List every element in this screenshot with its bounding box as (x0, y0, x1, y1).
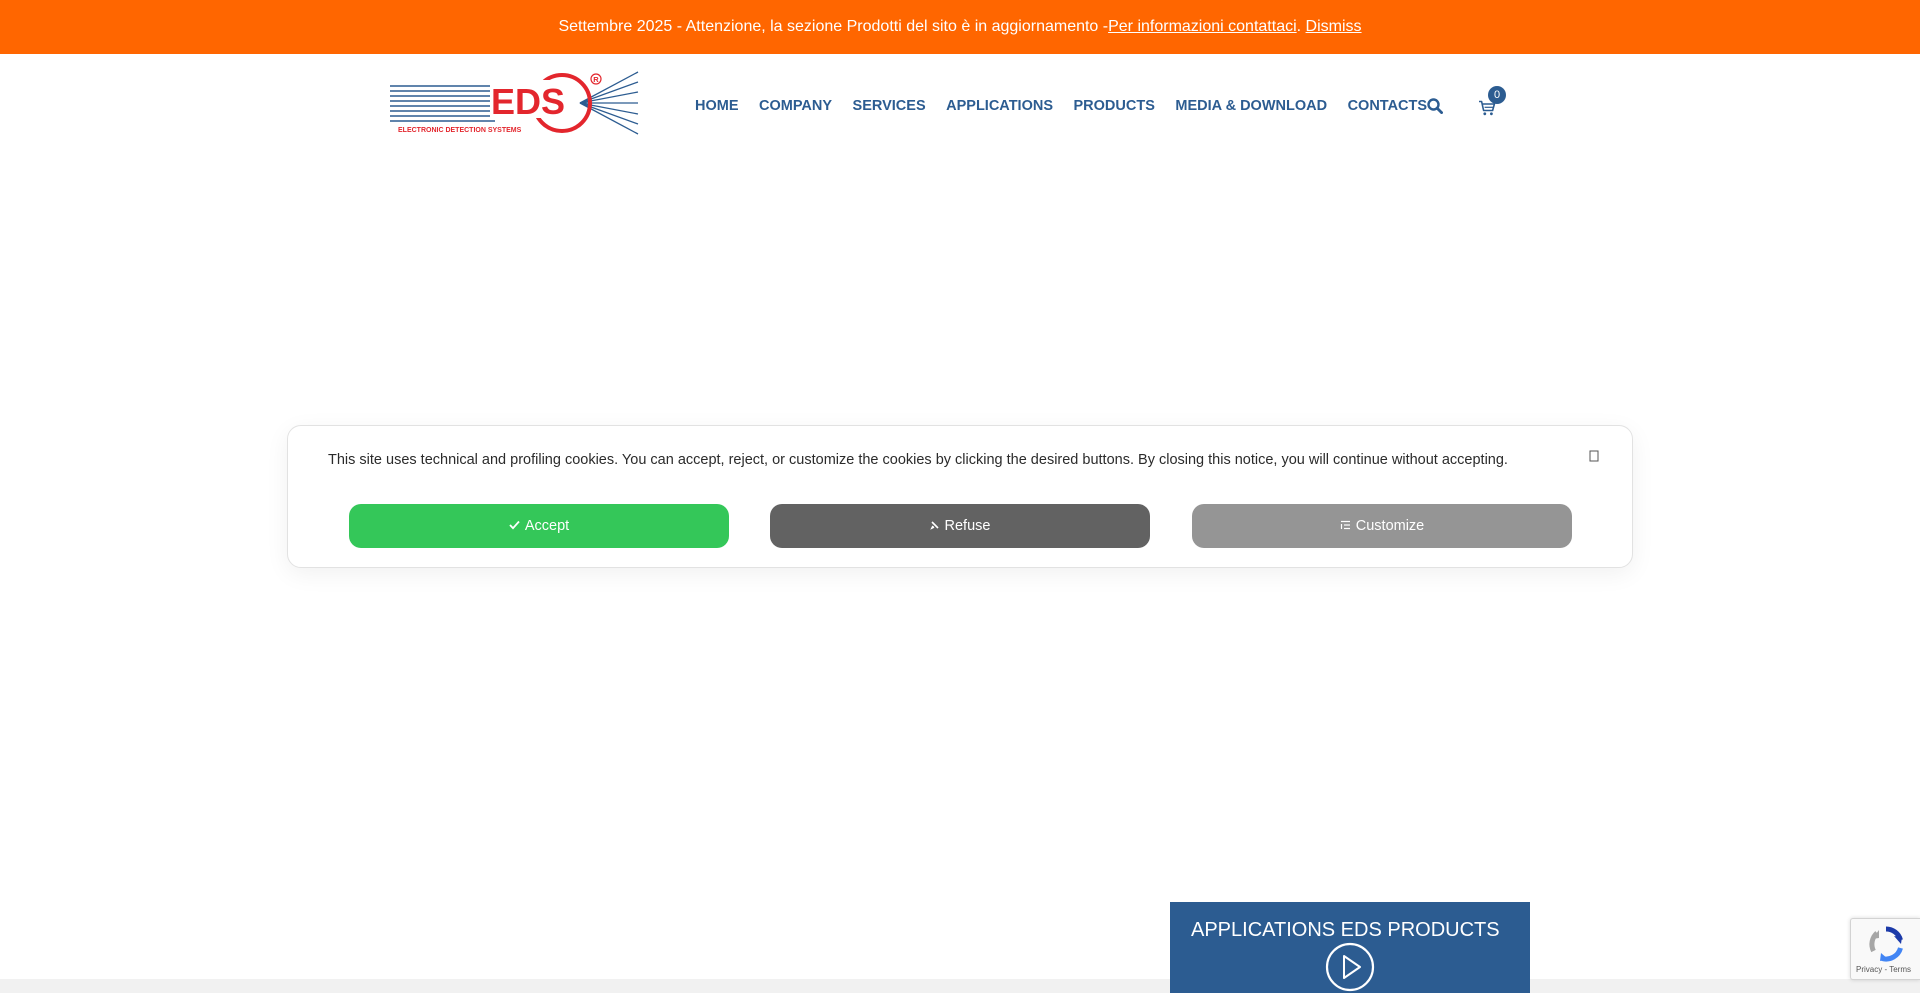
applications-promo[interactable]: APPLICATIONS EDS PRODUCTS (1170, 902, 1530, 993)
refuse-icon (929, 518, 940, 534)
cookie-banner-text: This site uses technical and profiling c… (328, 452, 1508, 468)
nav-contacts[interactable]: CONTACTS (1348, 98, 1427, 114)
cart-count-badge: 0 (1488, 86, 1506, 104)
nav-home[interactable]: HOME (695, 98, 739, 114)
refuse-label: Refuse (944, 518, 991, 534)
notice-dismiss-link[interactable]: Dismiss (1306, 18, 1362, 36)
customize-cookies-button[interactable]: Customize (1192, 504, 1572, 548)
play-circle-icon[interactable] (1325, 942, 1375, 992)
refuse-cookies-button[interactable]: Refuse (770, 504, 1150, 548)
svg-text:ELECTRONIC DETECTION SYSTEMS: ELECTRONIC DETECTION SYSTEMS (398, 127, 522, 134)
notice-contact-link[interactable]: Per informazioni contattaci (1108, 18, 1297, 36)
nav-products[interactable]: PRODUCTS (1074, 98, 1155, 114)
recaptcha-terms-link[interactable]: Terms (1889, 965, 1911, 974)
accept-cookies-button[interactable]: Accept (349, 504, 729, 548)
check-icon (509, 518, 520, 534)
promo-title: APPLICATIONS EDS PRODUCTS (1191, 919, 1500, 941)
footer-strip (0, 979, 1920, 993)
customize-icon (1340, 518, 1351, 534)
nav-media-download[interactable]: MEDIA & DOWNLOAD (1175, 98, 1327, 114)
recaptcha-icon (1867, 925, 1905, 968)
recaptcha-links: Privacy - Terms (1856, 965, 1911, 974)
search-icon[interactable] (1425, 94, 1445, 118)
cart-button[interactable]: 0 (1474, 86, 1506, 122)
notice-bar: Settembre 2025 - Attenzione, la sezione … (0, 0, 1920, 54)
main-nav: HOME COMPANY SERVICES APPLICATIONS PRODU… (695, 94, 1448, 118)
cookie-banner: This site uses technical and profiling c… (287, 425, 1633, 568)
eds-logo[interactable]: EDS ELECTRONIC DETECTION SYSTEMS R (390, 70, 640, 136)
svg-text:R: R (593, 75, 599, 84)
nav-company[interactable]: COMPANY (759, 98, 832, 114)
nav-services[interactable]: SERVICES (853, 98, 926, 114)
recaptcha-privacy-link[interactable]: Privacy (1856, 965, 1882, 974)
eds-logo-graphic: EDS ELECTRONIC DETECTION SYSTEMS R (390, 71, 639, 135)
nav-applications[interactable]: APPLICATIONS (946, 98, 1053, 114)
recaptcha-badge[interactable]: Privacy - Terms (1850, 918, 1920, 980)
site-header: EDS ELECTRONIC DETECTION SYSTEMS R HOME … (0, 54, 1920, 152)
customize-label: Customize (1355, 518, 1425, 534)
svg-text:EDS: EDS (491, 81, 565, 122)
accept-label: Accept (524, 518, 570, 534)
notice-text: Settembre 2025 - Attenzione, la sezione … (558, 18, 1109, 35)
close-icon[interactable] (1584, 446, 1604, 466)
